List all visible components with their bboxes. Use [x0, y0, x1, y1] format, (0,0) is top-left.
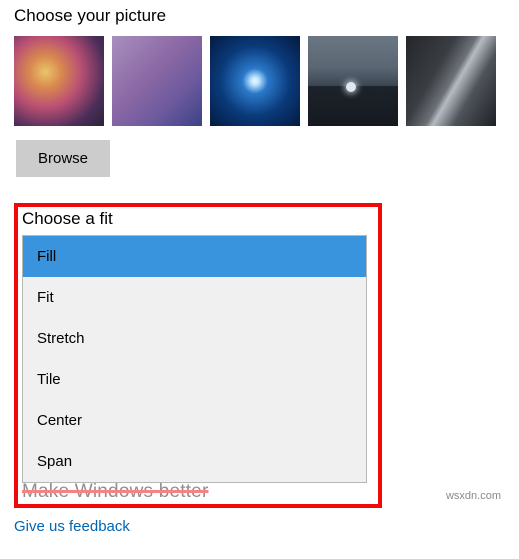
fit-dropdown[interactable]: Fill Fit Stretch Tile Center Span — [22, 235, 367, 483]
picture-thumb[interactable] — [14, 36, 104, 126]
choose-picture-title: Choose your picture — [14, 6, 505, 26]
fit-highlight-box: Choose a fit Fill Fit Stretch Tile Cente… — [14, 203, 382, 508]
fit-option-stretch[interactable]: Stretch — [23, 318, 366, 359]
obscured-heading: Make Windows better — [22, 481, 374, 503]
watermark: wsxdn.com — [446, 490, 501, 502]
fit-option-tile[interactable]: Tile — [23, 359, 366, 400]
browse-button[interactable]: Browse — [16, 140, 110, 177]
picture-thumb[interactable] — [406, 36, 496, 126]
picture-thumb[interactable] — [112, 36, 202, 126]
picture-thumbnails — [14, 36, 505, 126]
feedback-link[interactable]: Give us feedback — [14, 518, 130, 535]
fit-option-span[interactable]: Span — [23, 441, 366, 482]
fit-option-center[interactable]: Center — [23, 400, 366, 441]
choose-fit-title: Choose a fit — [22, 209, 374, 229]
picture-thumb[interactable] — [210, 36, 300, 126]
picture-thumb[interactable] — [308, 36, 398, 126]
fit-option-fit[interactable]: Fit — [23, 277, 366, 318]
fit-option-fill[interactable]: Fill — [23, 236, 366, 277]
